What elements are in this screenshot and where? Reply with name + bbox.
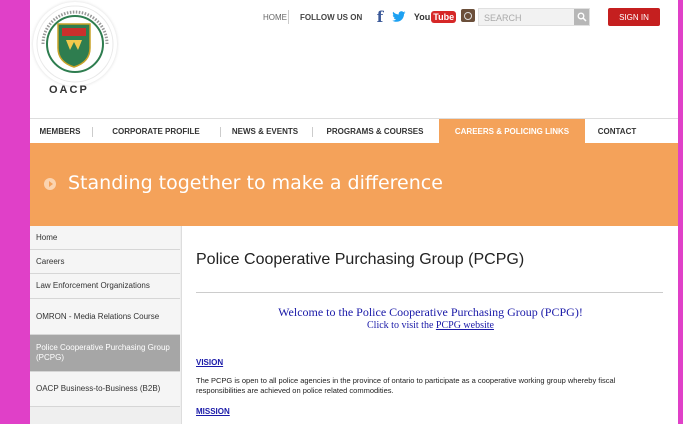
- sidebar-item-pcpg[interactable]: Police Cooperative Purchasing Group (PCP…: [30, 335, 180, 372]
- logo-text: OACP: [49, 84, 89, 96]
- nav-programs-courses[interactable]: PROGRAMS & COURSES: [314, 119, 436, 144]
- top-divider: [288, 10, 289, 24]
- sidebar-item-omron[interactable]: OMRON - Media Relations Course: [30, 299, 180, 335]
- main-nav: MEMBERS CORPORATE PROFILE NEWS & EVENTS …: [30, 118, 678, 144]
- nav-corporate-profile[interactable]: CORPORATE PROFILE: [94, 119, 218, 144]
- welcome-prefix: Click to visit the: [367, 320, 436, 331]
- search-icon: [577, 12, 587, 22]
- main-content: Police Cooperative Purchasing Group (PCP…: [181, 226, 678, 424]
- search-placeholder: SEARCH: [484, 13, 522, 23]
- nav-divider: [92, 127, 93, 137]
- arrow-bullet-icon: [44, 178, 56, 190]
- welcome-subline: Click to visit the PCPG website: [182, 320, 678, 331]
- sidebar-item-home[interactable]: Home: [30, 226, 180, 250]
- search-button[interactable]: [574, 9, 589, 25]
- home-link[interactable]: HOME: [263, 13, 287, 22]
- nav-divider: [220, 127, 221, 137]
- top-bar: HOME FOLLOW US ON f You Tube SEARCH SIGN …: [30, 0, 678, 36]
- sign-in-button[interactable]: SIGN IN: [608, 8, 660, 26]
- oacp-logo[interactable]: OACP: [30, 0, 125, 100]
- sidebar-item-law-enforcement[interactable]: Law Enforcement Organizations: [30, 274, 180, 299]
- twitter-bird-shape: [392, 10, 406, 22]
- nav-divider: [312, 127, 313, 137]
- sidebar-item-b2b[interactable]: OACP Business-to-Business (B2B): [30, 372, 180, 407]
- follow-us-label: FOLLOW US ON: [300, 13, 363, 22]
- hero-banner: Standing together to make a difference: [30, 143, 678, 226]
- youtube-you-text: You: [413, 11, 431, 22]
- page-title: Police Cooperative Purchasing Group (PCP…: [196, 251, 525, 268]
- youtube-icon[interactable]: You Tube: [413, 9, 457, 24]
- nav-news-events[interactable]: NEWS & EVENTS: [222, 119, 308, 144]
- facebook-icon[interactable]: f: [375, 8, 385, 26]
- welcome-heading: Welcome to the Police Cooperative Purcha…: [278, 305, 583, 319]
- instagram-icon[interactable]: [461, 9, 475, 22]
- vision-text: The PCPG is open to all police agencies …: [196, 376, 616, 395]
- twitter-icon[interactable]: [391, 9, 407, 24]
- banner-tagline: Standing together to make a difference: [68, 172, 443, 194]
- title-divider: [196, 292, 663, 293]
- welcome-block: Welcome to the Police Cooperative Purcha…: [182, 305, 678, 331]
- page: HOME FOLLOW US ON f You Tube SEARCH SIGN …: [30, 0, 678, 424]
- nav-contact[interactable]: CONTACT: [587, 119, 647, 144]
- crest-icon: [57, 23, 91, 68]
- sidebar-item-careers[interactable]: Careers: [30, 250, 180, 274]
- mission-heading: MISSION: [196, 407, 230, 416]
- pcpg-website-link[interactable]: PCPG website: [436, 320, 494, 331]
- youtube-tube-text: Tube: [431, 10, 457, 23]
- nav-careers-policing-links[interactable]: CAREERS & POLICING LINKS: [439, 119, 585, 144]
- sidebar-menu: Home Careers Law Enforcement Organizatio…: [30, 226, 181, 424]
- vision-heading: VISION: [196, 358, 224, 367]
- nav-members[interactable]: MEMBERS: [30, 119, 90, 144]
